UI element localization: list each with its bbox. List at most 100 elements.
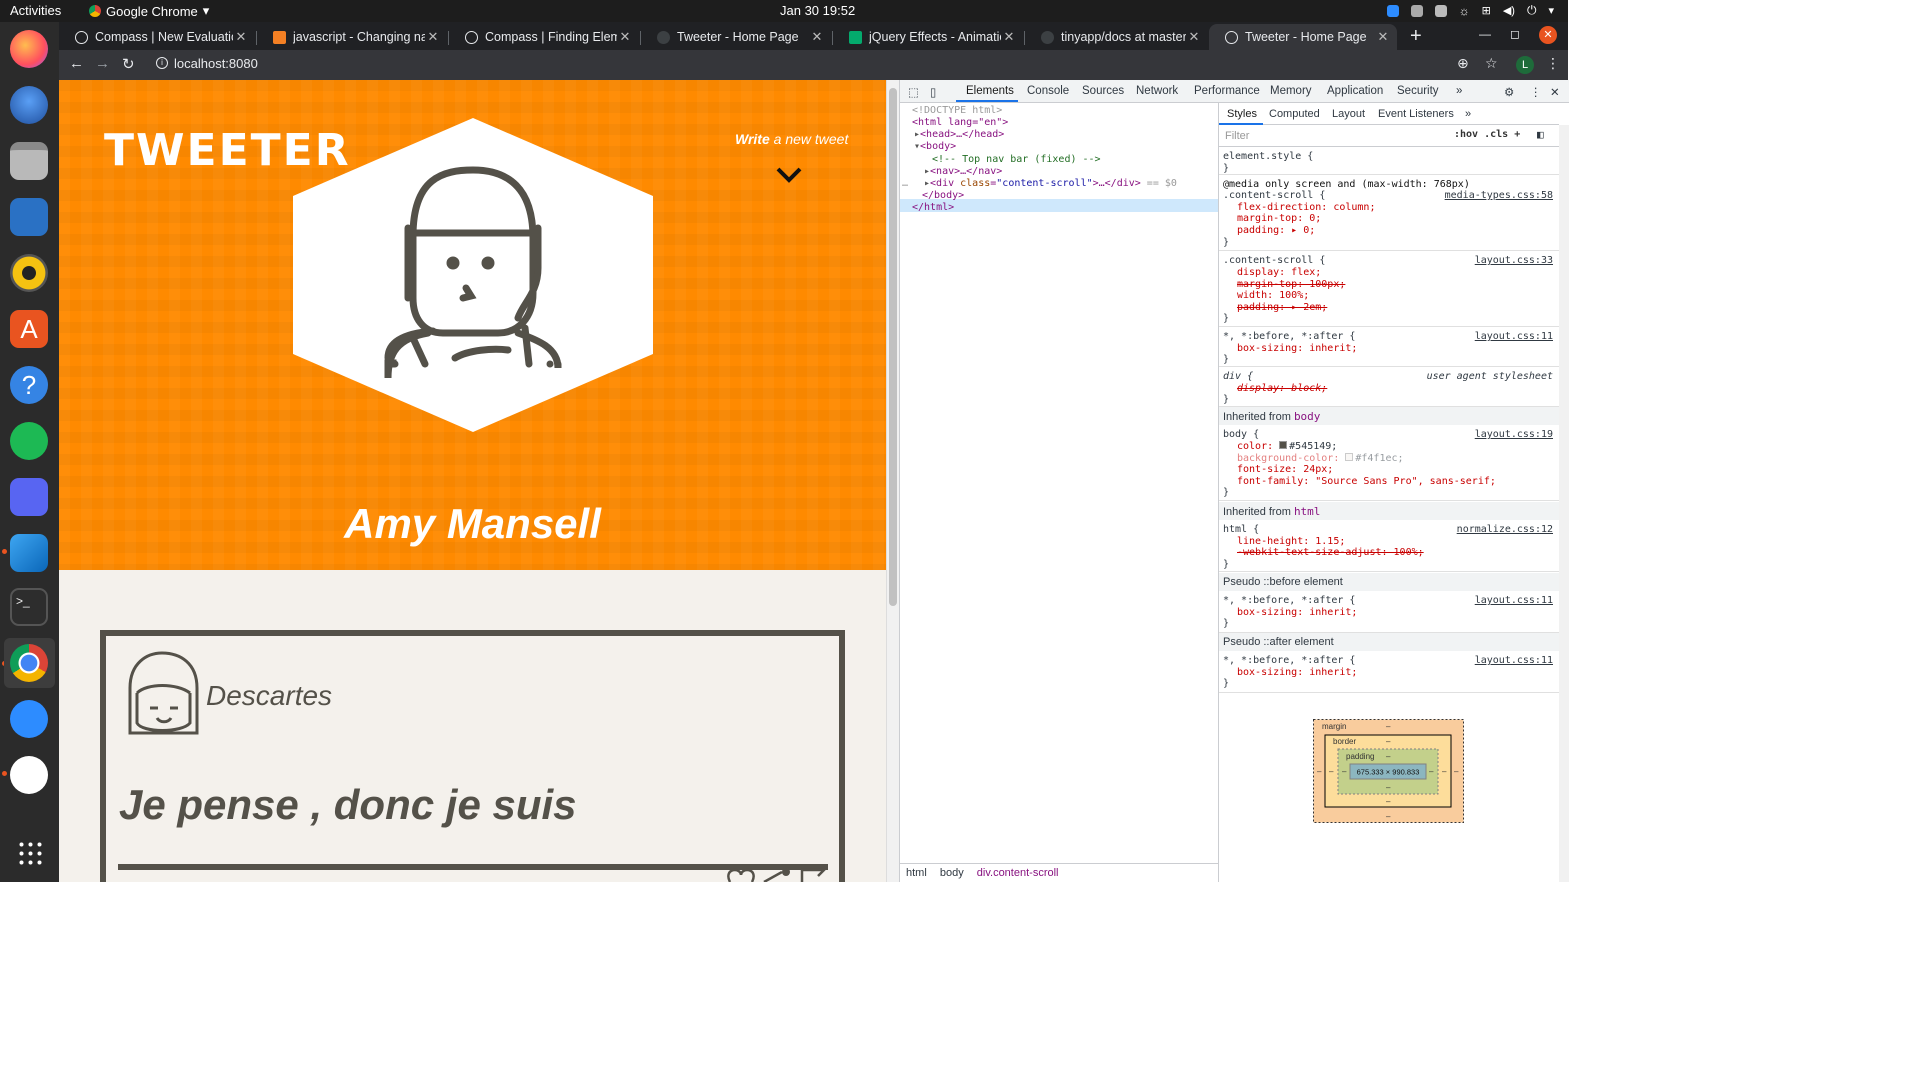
rule-selector[interactable]: .content-scroll { xyxy=(1223,255,1325,266)
breadcrumb-html[interactable]: html xyxy=(906,867,927,879)
close-devtools-icon[interactable]: ✕ xyxy=(1550,85,1560,99)
show-apps-icon[interactable] xyxy=(17,840,43,866)
css-property[interactable]: padding: ▸ 0; xyxy=(1237,225,1315,236)
rule-selector[interactable]: html { xyxy=(1223,524,1259,535)
rule-selector[interactable]: *, *:before, *:after { xyxy=(1223,595,1355,606)
reload-button[interactable]: ↻ xyxy=(122,55,135,73)
css-property-overridden[interactable]: margin-top: 100px; xyxy=(1237,279,1345,290)
close-window-button[interactable]: ✕ xyxy=(1539,26,1557,44)
zoom-tray-icon[interactable] xyxy=(1386,4,1399,17)
firefox-icon[interactable] xyxy=(10,30,48,68)
write-new-tweet-link[interactable]: Write a new tweet xyxy=(735,131,848,147)
rule-source-link[interactable]: layout.css:11 xyxy=(1475,595,1553,606)
close-tab-icon[interactable]: ✕ xyxy=(233,29,249,45)
zoom-icon[interactable] xyxy=(10,700,48,738)
close-tab-icon[interactable]: ✕ xyxy=(617,29,633,45)
profile-avatar[interactable]: L xyxy=(1516,56,1534,74)
subtab-layout[interactable]: Layout xyxy=(1332,108,1365,120)
maximize-button[interactable]: ◻ xyxy=(1510,27,1520,41)
dom-body-close[interactable]: </body> xyxy=(922,190,964,202)
tab-active[interactable]: Tweeter - Home Page ✕ xyxy=(1209,24,1397,50)
app-menu[interactable]: Google Chrome ▾ xyxy=(89,3,209,19)
rule-selector[interactable]: *, *:before, *:after { xyxy=(1223,655,1355,666)
tab-security[interactable]: Security xyxy=(1397,85,1439,97)
thunderbird-icon[interactable] xyxy=(10,86,48,124)
page-scrollbar[interactable] xyxy=(886,80,899,882)
settings-gear-icon[interactable]: ⚙ xyxy=(1504,85,1514,99)
subtab-styles[interactable]: Styles xyxy=(1227,108,1257,120)
rule-selector[interactable]: .content-scroll { xyxy=(1223,190,1325,201)
dom-node-options-icon[interactable]: … xyxy=(902,178,908,190)
more-subtabs-icon[interactable]: » xyxy=(1465,108,1471,120)
tab-network[interactable]: Network xyxy=(1136,85,1178,97)
subtab-event-listeners[interactable]: Event Listeners xyxy=(1378,108,1454,120)
chrome-dock-icon[interactable] xyxy=(10,644,48,682)
brightness-icon[interactable]: ☼ xyxy=(1459,4,1470,18)
close-tab-icon[interactable]: ✕ xyxy=(809,29,825,45)
css-property[interactable]: font-family: "Source Sans Pro", sans-ser… xyxy=(1237,476,1496,487)
chevron-down-icon[interactable]: ▾ xyxy=(1548,4,1554,17)
tab-console[interactable]: Console xyxy=(1027,85,1069,97)
rule-selector[interactable]: element.style { xyxy=(1223,151,1313,162)
menu-kebab-icon[interactable]: ⋮ xyxy=(1546,55,1560,72)
css-property[interactable]: margin-top: 0; xyxy=(1237,213,1321,224)
tab-elements[interactable]: Elements xyxy=(966,85,1014,97)
more-tabs-icon[interactable]: » xyxy=(1456,85,1462,97)
volume-icon[interactable]: ◀) xyxy=(1503,4,1515,17)
styles-scrollbar[interactable] xyxy=(1559,125,1569,882)
tab[interactable]: tinyapp/docs at master · ✕ xyxy=(1025,24,1208,50)
rule-source-link[interactable]: media-types.css:58 xyxy=(1445,190,1553,201)
slack-icon[interactable] xyxy=(10,756,48,794)
tab-memory[interactable]: Memory xyxy=(1270,85,1312,97)
css-property-overridden[interactable]: display: block; xyxy=(1237,383,1327,394)
devtools-menu-icon[interactable]: ⋮ xyxy=(1530,85,1542,99)
color-swatch-icon[interactable] xyxy=(1279,441,1288,449)
close-tab-icon[interactable]: ✕ xyxy=(1375,29,1391,45)
rhythmbox-icon[interactable] xyxy=(10,254,48,292)
activities-button[interactable]: Activities xyxy=(10,3,61,18)
dom-head[interactable]: ▸<head>…</head> xyxy=(914,129,1004,141)
css-property[interactable]: display: flex; xyxy=(1237,267,1321,278)
power-icon[interactable]: ⏻ xyxy=(1527,3,1537,18)
minimize-button[interactable]: — xyxy=(1479,27,1491,41)
software-icon[interactable]: A xyxy=(10,310,48,348)
tab-performance[interactable]: Performance xyxy=(1194,85,1260,97)
dom-nav[interactable]: ▸<nav>…</nav> xyxy=(924,166,1002,178)
css-property-overridden[interactable]: padding: ▸ 2em; xyxy=(1237,302,1327,313)
bookmark-star-icon[interactable]: ☆ xyxy=(1485,55,1498,72)
css-property[interactable]: box-sizing: inherit; xyxy=(1237,667,1357,678)
rule-source-link[interactable]: normalize.css:12 xyxy=(1457,524,1553,535)
inherited-tag-link[interactable]: body xyxy=(1294,410,1321,423)
close-tab-icon[interactable]: ✕ xyxy=(1186,29,1202,45)
rule-source-link[interactable]: layout.css:11 xyxy=(1475,655,1553,666)
discord-icon[interactable] xyxy=(10,478,48,516)
css-property[interactable]: box-sizing: inherit; xyxy=(1237,607,1357,618)
back-button[interactable]: ← xyxy=(69,55,84,72)
spotify-icon[interactable] xyxy=(10,422,48,460)
slack-tray-icon[interactable] xyxy=(1434,4,1447,17)
new-tab-button[interactable]: + xyxy=(1410,25,1422,48)
scroll-thumb[interactable] xyxy=(889,88,897,606)
tab[interactable]: Compass | New Evaluatio ✕ xyxy=(59,24,255,50)
dom-body[interactable]: ▾<body> xyxy=(914,141,956,153)
css-property[interactable]: box-sizing: inherit; xyxy=(1237,343,1357,354)
inherited-tag-link[interactable]: html xyxy=(1294,505,1321,518)
tab[interactable]: Compass | Finding Eleme ✕ xyxy=(449,24,639,50)
rule-selector[interactable]: body { xyxy=(1223,429,1259,440)
network-icon[interactable]: ⊞ xyxy=(1482,4,1491,17)
terminal-icon[interactable]: >_ xyxy=(10,588,48,626)
dom-html[interactable]: <html lang="en"> xyxy=(912,117,1008,129)
breadcrumb-body[interactable]: body xyxy=(940,867,964,879)
dom-html-close[interactable]: </html> xyxy=(912,202,954,214)
site-info-icon[interactable]: i xyxy=(156,57,168,69)
files-icon[interactable] xyxy=(10,142,48,180)
rule-source-link[interactable]: layout.css:33 xyxy=(1475,255,1553,266)
address-bar[interactable]: localhost:8080 xyxy=(174,56,258,71)
help-icon[interactable]: ? xyxy=(10,366,48,404)
tab[interactable]: javascript - Changing nav ✕ xyxy=(257,24,447,50)
css-property[interactable]: flex-direction: column; xyxy=(1237,202,1375,213)
tab[interactable]: Tweeter - Home Page ✕ xyxy=(641,24,831,50)
heart-icon[interactable] xyxy=(726,868,756,882)
chevron-down-icon[interactable] xyxy=(775,166,803,184)
device-toolbar-icon[interactable]: ▯ xyxy=(930,85,936,99)
